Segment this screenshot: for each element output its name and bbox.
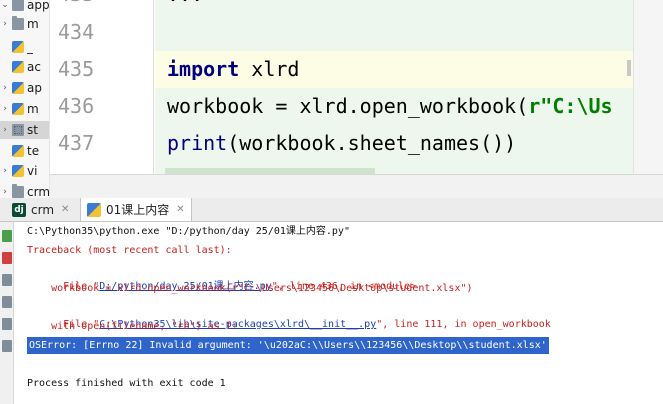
string-token: r"C:\Us	[528, 94, 613, 118]
python-file-icon	[12, 41, 24, 53]
python-file-icon	[12, 82, 24, 94]
code-line-435[interactable]: import xlrd	[155, 51, 633, 88]
line-number: 434	[58, 20, 95, 44]
code-line-partial: ...	[155, 0, 633, 13]
code-token: workbook = xlrd.open_workbook(	[167, 94, 529, 118]
line-number: 437	[58, 131, 95, 155]
console-command-line: C:\Python35\python.exe "D:/python/day 25…	[27, 226, 350, 237]
print-icon[interactable]	[2, 340, 12, 352]
tree-item-label: app0	[27, 0, 50, 12]
folder-icon	[12, 184, 24, 198]
stop-icon[interactable]	[2, 252, 12, 264]
chevron-right-icon[interactable]: ›	[0, 19, 10, 29]
tab-label: 01课上内容	[106, 203, 170, 217]
tree-item-label: crm	[27, 185, 50, 198]
run-tab-bar: dj crm ✕ 01课上内容 ✕	[0, 198, 663, 222]
tree-item-te[interactable]: te	[0, 142, 49, 160]
python-file-icon	[12, 61, 24, 73]
keyword-token: import	[167, 57, 240, 81]
run-toolbar	[0, 222, 14, 404]
pin-tab-icon[interactable]	[2, 296, 12, 308]
line-number-gutter: 433 434 435 436 437	[50, 0, 154, 174]
chevron-right-icon[interactable]: ›	[0, 125, 10, 135]
restore-layout-icon[interactable]	[2, 274, 12, 286]
folder-icon	[12, 16, 24, 30]
rerun-icon[interactable]	[2, 230, 12, 242]
python-file-icon	[12, 103, 24, 115]
code-line-437[interactable]: print(workbook.sheet_names())	[155, 125, 633, 162]
chevron-right-icon[interactable]: ›	[0, 187, 10, 197]
tree-item-ac[interactable]: ac	[0, 58, 49, 76]
chevron-down-icon[interactable]: ⌄	[0, 0, 10, 10]
console-traceback-code: workbook = xlrd.open_workbook(r"C:\Users…	[27, 283, 473, 294]
code-line-436[interactable]: workbook = xlrd.open_workbook(r"C:\Us	[155, 88, 633, 125]
tree-item-crm[interactable]: › crm	[0, 183, 50, 198]
tree-item-ap[interactable]: › ap	[0, 79, 49, 97]
console-traceback-frame: File "C:\Python35\lib\site-packages\xlrd…	[51, 319, 551, 330]
editor-bottom-strip	[50, 174, 663, 198]
line-number-partial: 433	[50, 0, 142, 13]
python-file-icon	[87, 202, 101, 217]
soft-wrap-icon[interactable]	[2, 318, 12, 330]
console-error-line[interactable]: OSError: [Errno 22] Invalid argument: '\…	[27, 337, 549, 354]
tree-item-init[interactable]: _	[0, 38, 49, 56]
code-editor[interactable]: ... import xlrd workbook = xlrd.open_wor…	[155, 0, 633, 174]
console-traceback-header: Traceback (most recent call last):	[27, 245, 232, 256]
tab-crm[interactable]: dj crm ✕	[6, 198, 75, 221]
code-token: xlrd	[239, 57, 300, 81]
line-number: 435	[58, 57, 95, 81]
tree-item-m[interactable]: › m	[0, 100, 49, 118]
tree-item-m-folder[interactable]: › m	[0, 15, 49, 33]
console-traceback-frame: File "D:/python/day 25/01课上内容.py", line …	[51, 281, 417, 292]
tree-item-vi[interactable]: › vi	[0, 162, 49, 180]
close-icon[interactable]: ✕	[61, 204, 69, 215]
editor-right-margin	[633, 0, 663, 174]
python-file-icon	[12, 145, 24, 157]
python-file-icon	[12, 165, 24, 177]
tree-item-app0[interactable]: ⌄ app0	[0, 0, 50, 14]
package-icon	[12, 124, 24, 136]
project-tree: ⌄ app0 › m _ ac › ap › m › st te › v	[0, 0, 50, 198]
tree-item-label: m	[27, 102, 39, 116]
tree-item-label: vi	[27, 164, 38, 178]
tree-item-st[interactable]: › st	[0, 121, 49, 139]
chevron-right-icon[interactable]: ›	[0, 166, 10, 176]
tree-item-label: te	[27, 144, 40, 158]
code-token: (workbook.sheet_names())	[227, 131, 517, 155]
folder-icon	[12, 0, 24, 11]
tree-item-label: ap	[27, 81, 42, 95]
close-icon[interactable]: ✕	[176, 204, 184, 215]
tree-item-label: ac	[27, 60, 41, 74]
chevron-right-icon[interactable]: ›	[0, 83, 10, 93]
tab-label: crm	[31, 202, 55, 217]
console-traceback-code: with open(filename, "rb") as f:	[27, 321, 238, 332]
django-icon: dj	[12, 202, 26, 217]
scroll-marker[interactable]	[627, 60, 631, 76]
tree-item-label: m	[27, 17, 39, 31]
console-exit-line: Process finished with exit code 1	[27, 378, 226, 389]
builtin-token: print	[167, 131, 228, 155]
run-console[interactable]: C:\Python35\python.exe "D:/python/day 25…	[15, 222, 663, 404]
tree-item-label: st	[27, 123, 38, 137]
tree-item-label: _	[27, 40, 33, 54]
tab-01-course-content[interactable]: 01课上内容 ✕	[80, 198, 192, 221]
line-number: 436	[58, 94, 95, 118]
chevron-right-icon[interactable]: ›	[0, 104, 10, 114]
